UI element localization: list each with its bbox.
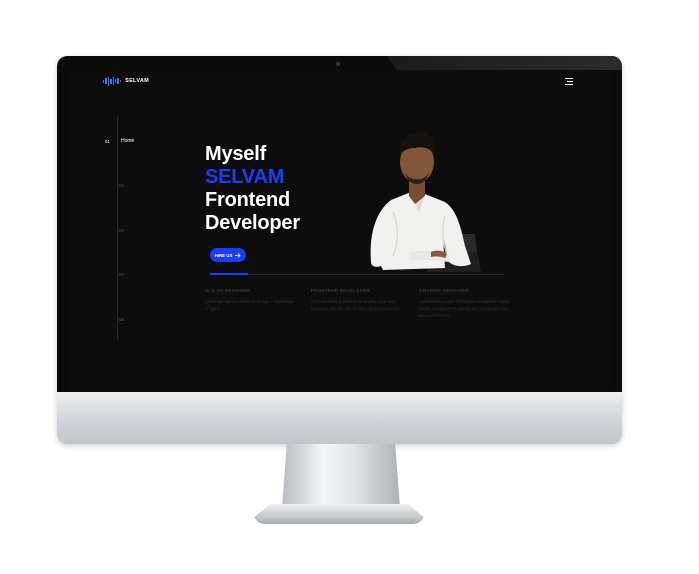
hero-line-2: SELVAM <box>205 166 285 188</box>
nav-rail <box>117 116 118 340</box>
hire-us-button[interactable]: HIRE US <box>210 248 246 262</box>
hero-line-4: Developer <box>205 212 300 234</box>
divider <box>210 274 504 275</box>
monitor-bezel: SELVAM 01 Home 02 03 04 05 Myself SELVAM… <box>57 56 622 392</box>
card-text: I am expertise for ui and ux design. I u… <box>205 299 295 311</box>
sound-wave-icon <box>103 76 122 86</box>
monitor-stand-base <box>253 504 425 524</box>
nav-item-02[interactable]: 02 <box>119 183 124 188</box>
nav-item-04[interactable]: 04 <box>119 272 124 277</box>
nav-item-03[interactable]: 03 <box>119 228 124 233</box>
service-card: GRAPHIC DESIGNER I worked four years of … <box>419 288 511 319</box>
hero-line-3: Frontend <box>205 189 291 211</box>
monitor: SELVAM 01 Home 02 03 04 05 Myself SELVAM… <box>57 56 622 444</box>
logo-text: SELVAM <box>125 78 150 84</box>
card-text: I'll create a lively website or landing … <box>311 299 400 311</box>
hire-us-label: HIRE US <box>214 252 233 258</box>
card-title: GRAPHIC DESIGNER <box>419 288 469 293</box>
service-card: FRONTEND DEVELOPER I'll create a lively … <box>311 288 403 312</box>
bezel-glare <box>387 56 622 70</box>
hero-title: Myself SELVAM Frontend Developer <box>205 143 300 235</box>
hamburger-menu-icon[interactable] <box>565 78 574 85</box>
divider-accent <box>210 273 248 275</box>
card-title: FRONTEND DEVELOPER <box>311 288 370 293</box>
monitor-chin <box>57 392 622 444</box>
card-title: UI & UX DESIGNER <box>205 288 251 293</box>
nav-item-home[interactable]: Home <box>121 138 134 144</box>
hero-line-1: Myself <box>205 143 267 165</box>
service-card: UI & UX DESIGNER I am expertise for ui a… <box>205 288 297 312</box>
nav-item-05[interactable]: 05 <box>119 317 124 322</box>
card-text: I worked four years of Graphic Designer … <box>419 299 510 318</box>
arrow-right-icon <box>235 252 241 258</box>
profile-photo <box>370 132 481 272</box>
monitor-stand <box>282 444 400 508</box>
screen: SELVAM 01 Home 02 03 04 05 Myself SELVAM… <box>69 70 610 390</box>
nav-item-01[interactable]: 01 <box>105 139 110 144</box>
logo[interactable]: SELVAM <box>103 76 149 86</box>
camera-dot <box>336 62 340 66</box>
